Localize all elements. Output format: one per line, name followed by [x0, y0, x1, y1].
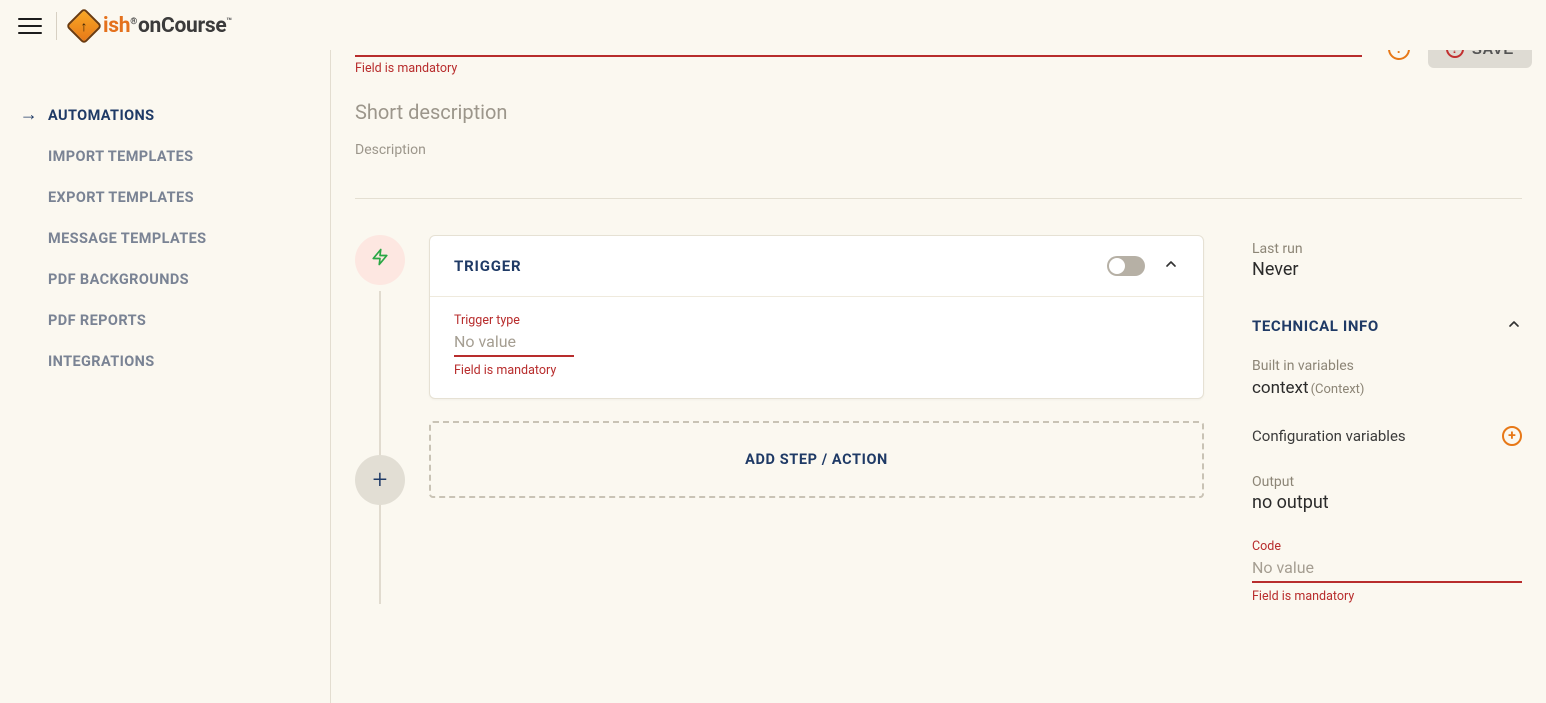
logo-text: ish®onCourse™ [103, 14, 232, 38]
divider [355, 198, 1522, 199]
trigger-card-body: Trigger type No value Field is mandatory [430, 297, 1203, 398]
sidebar-item-pdf-backgrounds[interactable]: PDF BACKGROUNDS [20, 259, 330, 300]
sidebar-item-label: MESSAGE TEMPLATES [48, 230, 207, 247]
technical-info-header[interactable]: TECHNICAL INFO [1252, 316, 1522, 336]
divider [56, 12, 57, 40]
trigger-type-error: Field is mandatory [454, 363, 1179, 378]
arrow-right-icon: → [20, 106, 38, 124]
description-input[interactable]: Description [355, 142, 1522, 158]
output-label: Output [1252, 474, 1522, 490]
sidebar-item-message-templates[interactable]: MESSAGE TEMPLATES [20, 218, 330, 259]
rail-line [379, 291, 381, 604]
trigger-title: TRIGGER [454, 257, 521, 275]
sidebar-item-label: INTEGRATIONS [48, 353, 155, 370]
sidebar-item-automations[interactable]: → AUTOMATIONS [20, 94, 330, 136]
sidebar-item-label: PDF REPORTS [48, 312, 146, 329]
name-error: Field is mandatory [355, 61, 1522, 76]
flow-content: TRIGGER Trigger type No value Field is m… [429, 235, 1204, 604]
output-section: Output no output [1252, 474, 1522, 513]
main: ? ! SAVE Name Field is mandatory Short d… [330, 0, 1546, 703]
sidebar-item-pdf-reports[interactable]: PDF REPORTS [20, 300, 330, 341]
trigger-toggle[interactable] [1107, 256, 1145, 276]
chevron-up-icon [1506, 316, 1522, 336]
trigger-node-icon [355, 235, 405, 285]
trigger-card: TRIGGER Trigger type No value Field is m… [429, 235, 1204, 399]
add-step-node[interactable]: + [355, 455, 405, 505]
topbar: ↑ ish®onCourse™ [0, 0, 1546, 50]
last-run-value: Never [1252, 259, 1522, 280]
short-description-input[interactable]: Short description [355, 94, 1522, 142]
flow-rail: + [355, 235, 405, 604]
code-label: Code [1252, 539, 1522, 554]
builtin-var-context: context(Context) [1252, 378, 1522, 398]
info-column: Last run Never TECHNICAL INFO Built in v… [1252, 235, 1522, 604]
logo-mark-icon: ↑ [66, 8, 103, 45]
code-input[interactable]: No value [1252, 554, 1522, 583]
builtin-vars-label: Built in variables [1252, 358, 1522, 374]
menu-button[interactable] [18, 14, 42, 38]
trigger-type-label: Trigger type [454, 313, 1179, 328]
sidebar: → AUTOMATIONS IMPORT TEMPLATES EXPORT TE… [0, 60, 330, 703]
output-value: no output [1252, 492, 1522, 513]
sidebar-item-label: EXPORT TEMPLATES [48, 189, 194, 206]
add-step-button[interactable]: ADD STEP / ACTION [429, 421, 1204, 498]
sidebar-item-label: IMPORT TEMPLATES [48, 148, 193, 165]
trigger-type-input[interactable]: No value [454, 328, 574, 357]
sidebar-item-import-templates[interactable]: IMPORT TEMPLATES [20, 136, 330, 177]
sidebar-item-label: PDF BACKGROUNDS [48, 271, 189, 288]
code-section: Code No value Field is mandatory [1252, 539, 1522, 604]
flow-column: + TRIGGER Trigger type [355, 235, 1204, 604]
code-error: Field is mandatory [1252, 589, 1522, 604]
sidebar-item-export-templates[interactable]: EXPORT TEMPLATES [20, 177, 330, 218]
last-run-label: Last run [1252, 241, 1522, 257]
trigger-card-head: TRIGGER [430, 236, 1203, 297]
technical-info-title: TECHNICAL INFO [1252, 317, 1379, 335]
plus-icon: + [373, 465, 388, 495]
logo: ↑ ish®onCourse™ [71, 13, 232, 39]
add-config-var-button[interactable]: + [1502, 426, 1522, 446]
config-vars-row: Configuration variables + [1252, 426, 1522, 446]
bolt-icon [371, 246, 389, 274]
chevron-up-icon[interactable] [1163, 256, 1179, 276]
workflow: + TRIGGER Trigger type [355, 235, 1522, 604]
sidebar-item-label: AUTOMATIONS [48, 107, 154, 124]
config-vars-label: Configuration variables [1252, 427, 1406, 445]
sidebar-item-integrations[interactable]: INTEGRATIONS [20, 341, 330, 382]
